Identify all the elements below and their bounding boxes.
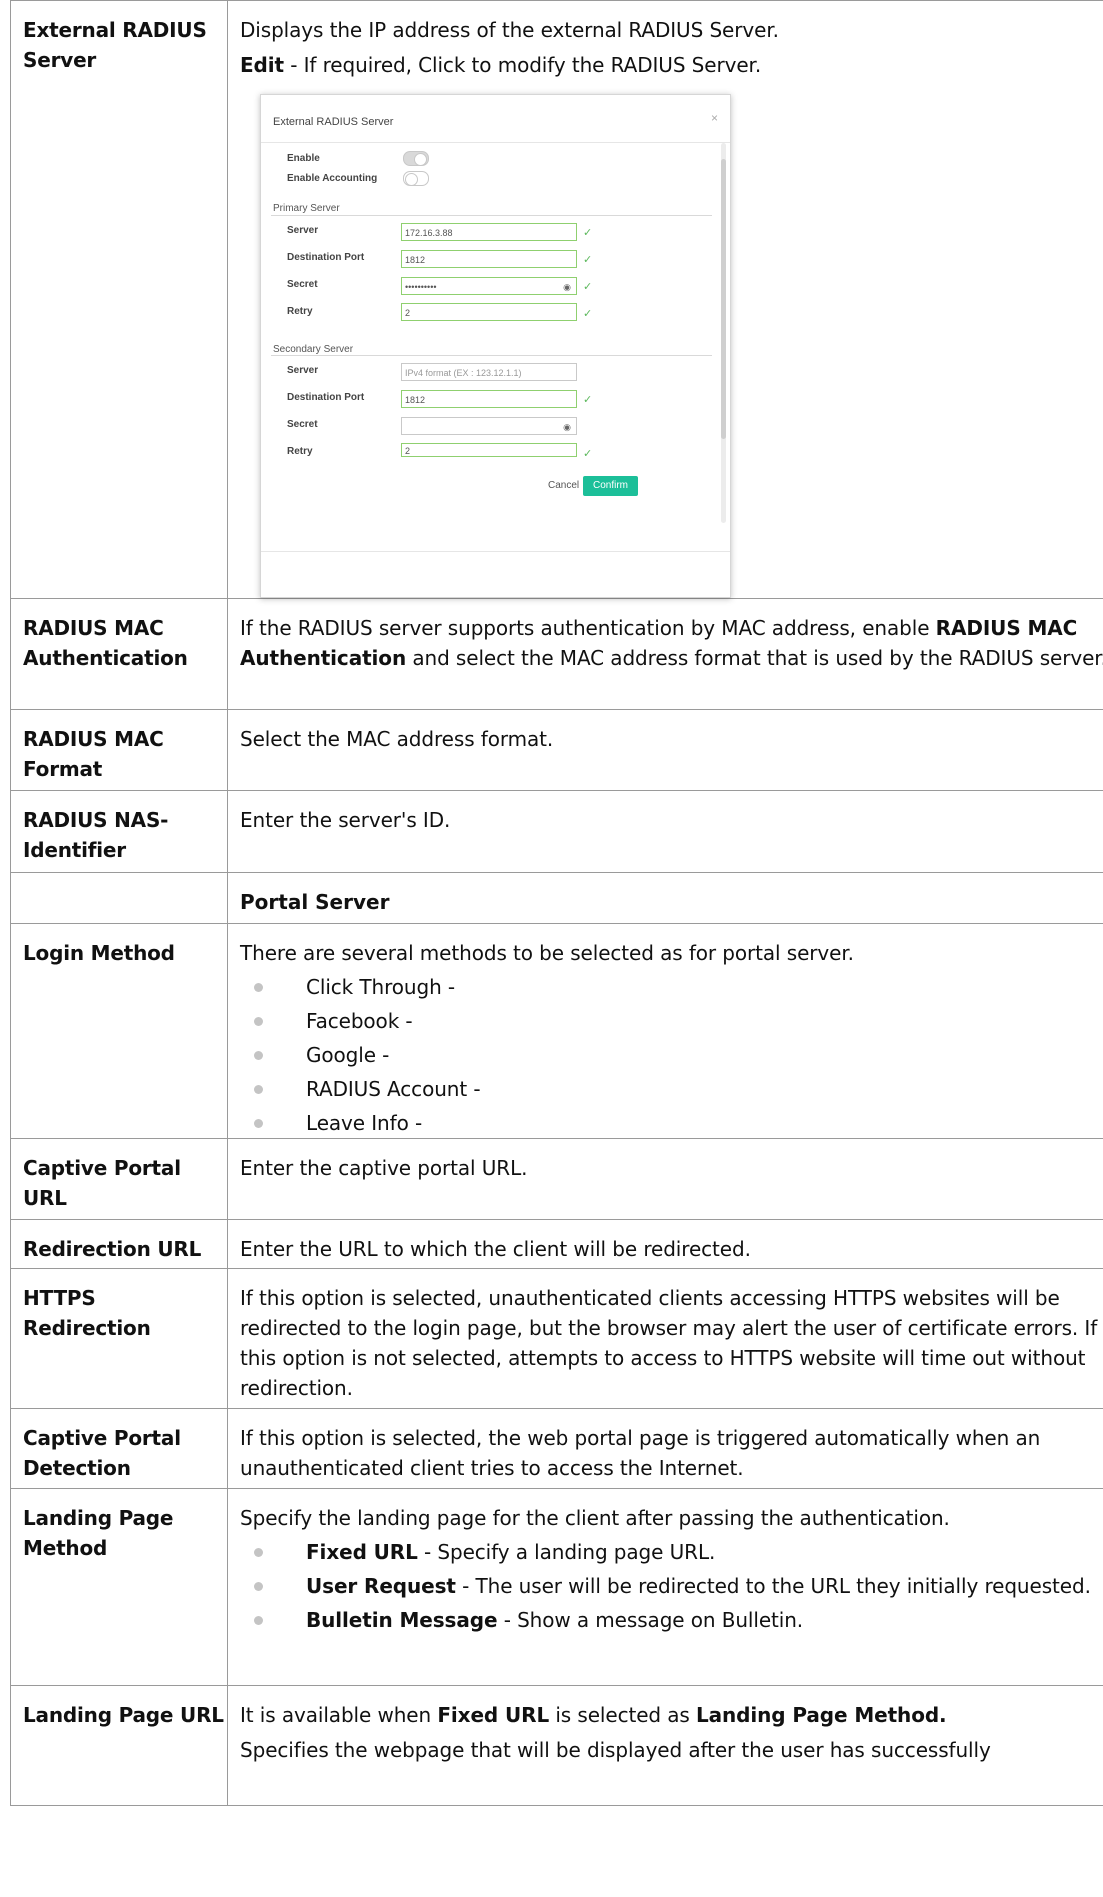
primary-server-heading: Primary Server [273,203,340,214]
secondary-server-input[interactable]: IPv4 format (EX : 123.12.1.1) [401,363,577,381]
check-icon: ✓ [583,281,593,293]
table-row: Redirection URL Enter the URL to which t… [10,1219,1103,1269]
row-description: There are several methods to be selected… [240,941,854,965]
divider [271,355,712,356]
row-description: Specify the landing page for the client … [240,1506,950,1530]
row-description-continued: Specifies the webpage that will be displ… [240,1738,991,1762]
row-description: If this option is selected, the web port… [240,1426,1041,1480]
secondary-server-label: Server [287,365,319,376]
secondary-secret-input[interactable]: ◉ [401,417,577,435]
row-label: RADIUS NAS-Identifier [23,808,169,862]
secondary-secret-label: Secret [287,419,318,430]
secondary-retry-label: Retry [287,446,313,457]
primary-retry-label: Retry [287,306,313,317]
table-row: Portal Server [10,872,1103,924]
list-item: RADIUS Account - [240,1074,1103,1104]
radius-server-dialog: External RADIUS Server × Enable Enable A… [260,94,731,598]
eye-icon[interactable]: ◉ [563,418,571,436]
table-row: Captive Portal URL Enter the captive por… [10,1138,1103,1220]
dialog-scrollbar[interactable] [721,143,726,523]
cancel-button[interactable]: Cancel [538,476,589,496]
check-icon: ✓ [583,394,593,406]
edit-description: Edit - If required, Click to modify the … [240,53,762,77]
list-item: Google - [240,1040,1103,1070]
row-label: Captive Portal Detection [23,1426,181,1480]
check-icon: ✓ [583,227,593,239]
edit-term: Edit [240,53,284,77]
table-row: External RADIUS Server Displays the IP a… [10,0,1103,599]
enable-toggle[interactable] [403,151,429,166]
row-description: If this option is selected, unauthentica… [240,1286,1098,1400]
table-row: Landing Page URL It is available when Fi… [10,1685,1103,1806]
row-description: Enter the server's ID. [240,808,451,832]
row-label: HTTPS Redirection [23,1286,151,1340]
label-cell: External RADIUS Server [10,0,228,599]
row-description: It is available when Fixed URL is select… [240,1703,947,1727]
table-row: RADIUS MAC Authentication If the RADIUS … [10,598,1103,710]
primary-server-input[interactable]: 172.16.3.88 [401,223,577,241]
row-label: Login Method [23,941,175,965]
row-label: External RADIUS Server [23,18,207,72]
row-description: Select the MAC address format. [240,727,554,751]
row-label: Landing Page URL [23,1703,224,1727]
row-description: Displays the IP address of the external … [240,18,779,42]
row-description: If the RADIUS server supports authentica… [240,616,1103,670]
dialog-title: External RADIUS Server [273,116,394,128]
list-item: Bulletin Message - Show a message on Bul… [240,1605,1103,1635]
eye-icon[interactable]: ◉ [563,278,571,296]
row-label: Landing Page Method [23,1506,174,1560]
divider [261,142,730,143]
list-item: Facebook - [240,1006,1103,1036]
check-icon: ✓ [583,448,593,460]
settings-table: External RADIUS Server Displays the IP a… [10,0,1103,1806]
row-description: Enter the URL to which the client will b… [240,1237,751,1261]
secondary-server-heading: Secondary Server [273,344,354,355]
list-item: User Request - The user will be redirect… [240,1571,1103,1601]
primary-port-input[interactable]: 1812 [401,250,577,268]
check-icon: ✓ [583,308,593,320]
list-item: Click Through - [240,972,1103,1002]
primary-port-label: Destination Port [287,252,365,263]
table-row: Captive Portal Detection If this option … [10,1408,1103,1489]
table-row: RADIUS NAS-Identifier Enter the server's… [10,790,1103,873]
confirm-button[interactable]: Confirm [583,476,639,496]
secondary-port-input[interactable]: 1812 [401,390,577,408]
enable-accounting-toggle[interactable] [403,171,429,186]
primary-server-label: Server [287,225,319,236]
table-row: Login Method There are several methods t… [10,923,1103,1139]
enable-label: Enable [287,153,320,164]
close-icon[interactable]: × [711,111,718,125]
row-label: Captive Portal URL [23,1156,181,1210]
primary-retry-input[interactable]: 2 [401,303,577,321]
section-heading: Portal Server [240,890,390,914]
table-row: Landing Page Method Specify the landing … [10,1488,1103,1686]
table-row: RADIUS MAC Format Select the MAC address… [10,709,1103,791]
list-item: Leave Info - [240,1108,1103,1138]
row-label: Redirection URL [23,1237,202,1261]
row-label: RADIUS MAC Format [23,727,164,781]
row-label: RADIUS MAC Authentication [23,616,188,670]
document-page: External RADIUS Server Displays the IP a… [0,0,1103,1806]
primary-secret-label: Secret [287,279,318,290]
login-method-list: Click Through - Facebook - Google - RADI… [240,972,1103,1138]
check-icon: ✓ [583,254,593,266]
description-cell: Displays the IP address of the external … [227,0,1103,599]
divider [271,215,712,216]
enable-accounting-label: Enable Accounting [287,173,378,184]
list-item: Fixed URL - Specify a landing page URL. [240,1537,1103,1567]
divider [261,551,730,552]
primary-secret-input[interactable]: •••••••••• ◉ [401,277,577,295]
landing-method-list: Fixed URL - Specify a landing page URL. … [240,1537,1103,1635]
secondary-retry-input[interactable]: 2 [401,443,577,457]
row-description: Enter the captive portal URL. [240,1156,528,1180]
table-row: HTTPS Redirection If this option is sele… [10,1268,1103,1409]
secondary-port-label: Destination Port [287,392,365,403]
